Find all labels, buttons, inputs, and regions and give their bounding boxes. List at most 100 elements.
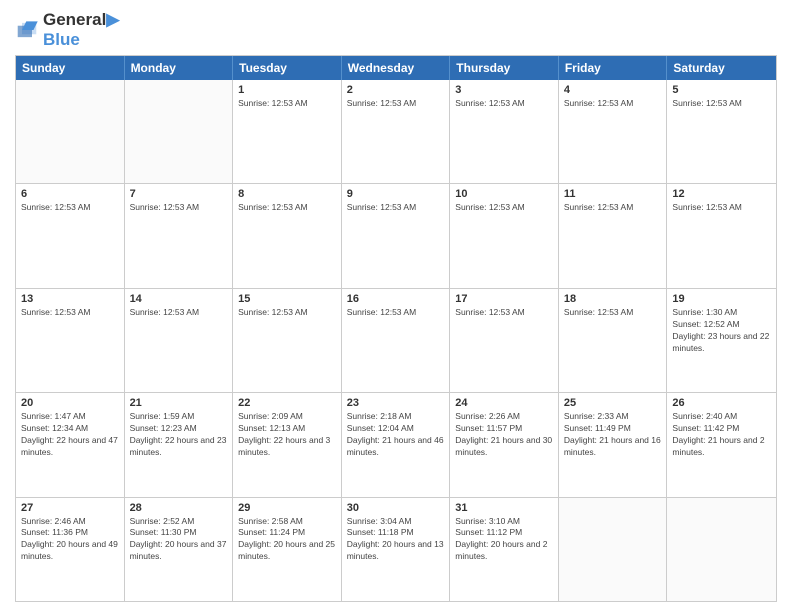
calendar-cell: 23Sunrise: 2:18 AM Sunset: 12:04 AM Dayl…	[342, 393, 451, 496]
day-info: Sunrise: 12:53 AM	[347, 202, 445, 214]
day-number: 10	[455, 188, 553, 200]
page: General▶ Blue SundayMondayTuesdayWednesd…	[0, 0, 792, 612]
calendar: SundayMondayTuesdayWednesdayThursdayFrid…	[15, 55, 777, 602]
day-info: Sunrise: 12:53 AM	[130, 307, 228, 319]
calendar-cell: 21 Sunrise: 1:59 AM Sunset: 12:23 AM Dayl…	[125, 393, 234, 496]
logo: General▶ Blue	[15, 10, 119, 49]
day-info: Sunrise: 12:53 AM	[564, 307, 662, 319]
day-number: 6	[21, 188, 119, 200]
calendar-cell: 16 Sunrise: 12:53 AM	[342, 289, 451, 392]
calendar-header-row: SundayMondayTuesdayWednesdayThursdayFrid…	[16, 56, 776, 80]
calendar-cell: 10 Sunrise: 12:53 AM	[450, 184, 559, 287]
day-info: Sunrise: 12:53 AM	[455, 98, 553, 110]
day-info: Sunrise: 3:04 AM Sunset: 11:18 PM Daylig…	[347, 516, 445, 564]
logo-text: General▶ Blue	[43, 10, 119, 49]
day-number: 22	[238, 397, 336, 409]
calendar-cell: 18 Sunrise: 12:53 AM	[559, 289, 668, 392]
day-number: 29	[238, 502, 336, 514]
day-number: 20	[21, 397, 119, 409]
calendar-body: 1 Sunrise: 12:53 AM 2 Sunrise: 12:53 AM 3 Sun…	[16, 80, 776, 601]
day-info: Sunrise: 1:30 AM Sunset: 12:52 AM Daylig…	[672, 307, 771, 355]
calendar-cell: 20Sunrise: 1:47 AM Sunset: 12:34 AM Dayl…	[16, 393, 125, 496]
day-number: 19	[672, 293, 771, 305]
weekday-header: Friday	[559, 56, 668, 80]
day-number: 28	[130, 502, 228, 514]
day-info: Sunrise: 2:09 AM Sunset: 12:13 AM Daylig…	[238, 411, 336, 459]
day-info: Sunrise: 1:59 AM Sunset: 12:23 AM Daylig…	[130, 411, 228, 459]
day-info: Sunrise: 2:18 AM Sunset: 12:04 AM Daylig…	[347, 411, 445, 459]
day-number: 27	[21, 502, 119, 514]
calendar-cell: 29Sunrise: 2:58 AM Sunset: 11:24 PM Dayl…	[233, 498, 342, 601]
calendar-cell: 26Sunrise: 2:40 AM Sunset: 11:42 PM Dayl…	[667, 393, 776, 496]
day-number: 1	[238, 84, 336, 96]
day-info: Sunrise: 2:52 AM Sunset: 11:30 PM Daylig…	[130, 516, 228, 564]
calendar-cell: 5 Sunrise: 12:53 AM	[667, 80, 776, 183]
calendar-cell	[559, 498, 668, 601]
day-number: 14	[130, 293, 228, 305]
calendar-cell: 4 Sunrise: 12:53 AM	[559, 80, 668, 183]
day-number: 5	[672, 84, 771, 96]
calendar-cell: 17 Sunrise: 12:53 AM	[450, 289, 559, 392]
calendar-cell: 7 Sunrise: 12:53 AM	[125, 184, 234, 287]
day-number: 13	[21, 293, 119, 305]
calendar-row: 27 Sunrise: 2:46 AM Sunset: 11:36 PM Dayl…	[16, 497, 776, 601]
day-info: Sunrise: 12:53 AM	[347, 98, 445, 110]
calendar-cell: 30Sunrise: 3:04 AM Sunset: 11:18 PM Dayl…	[342, 498, 451, 601]
calendar-cell: 11 Sunrise: 12:53 AM	[559, 184, 668, 287]
day-number: 12	[672, 188, 771, 200]
day-number: 7	[130, 188, 228, 200]
calendar-cell: 19 Sunrise: 1:30 AM Sunset: 12:52 AM Dayl…	[667, 289, 776, 392]
weekday-header: Wednesday	[342, 56, 451, 80]
calendar-cell: 14 Sunrise: 12:53 AM	[125, 289, 234, 392]
day-number: 16	[347, 293, 445, 305]
calendar-row: 13Sunrise: 12:53 AM14Sunrise: 12:53 AM15…	[16, 288, 776, 392]
calendar-cell: 24 Sunrise: 2:26 AM Sunset: 11:57 PM Dayl…	[450, 393, 559, 496]
calendar-cell: 3 Sunrise: 12:53 AM	[450, 80, 559, 183]
calendar-cell: 6Sunrise: 12:53 AM	[16, 184, 125, 287]
day-number: 15	[238, 293, 336, 305]
day-number: 11	[564, 188, 662, 200]
day-number: 8	[238, 188, 336, 200]
header: General▶ Blue	[15, 10, 777, 49]
day-number: 2	[347, 84, 445, 96]
day-info: Sunrise: 12:53 AM	[21, 307, 119, 319]
day-info: Sunrise: 2:26 AM Sunset: 11:57 PM Daylig…	[455, 411, 553, 459]
day-info: Sunrise: 12:53 AM	[672, 202, 771, 214]
calendar-cell: 8Sunrise: 12:53 AM	[233, 184, 342, 287]
calendar-cell: 28 Sunrise: 2:52 AM Sunset: 11:30 PM Dayl…	[125, 498, 234, 601]
weekday-header: Saturday	[667, 56, 776, 80]
day-info: Sunrise: 12:53 AM	[130, 202, 228, 214]
calendar-cell: 9 Sunrise: 12:53 AM	[342, 184, 451, 287]
day-number: 17	[455, 293, 553, 305]
calendar-cell: 22 Sunrise: 2:09 AM Sunset: 12:13 AM Dayl…	[233, 393, 342, 496]
day-info: Sunrise: 12:53 AM	[672, 98, 771, 110]
calendar-cell	[667, 498, 776, 601]
calendar-cell: 2 Sunrise: 12:53 AM	[342, 80, 451, 183]
calendar-cell: 31Sunrise: 3:10 AM Sunset: 11:12 PM Dayl…	[450, 498, 559, 601]
calendar-cell: 15 Sunrise: 12:53 AM	[233, 289, 342, 392]
calendar-row: 6Sunrise: 12:53 AM7Sunrise: 12:53 AM8Sun…	[16, 183, 776, 287]
day-info: Sunrise: 12:53 AM	[564, 202, 662, 214]
calendar-cell	[125, 80, 234, 183]
weekday-header: Tuesday	[233, 56, 342, 80]
weekday-header: Monday	[125, 56, 234, 80]
day-info: Sunrise: 12:53 AM	[238, 307, 336, 319]
day-info: Sunrise: 2:46 AM Sunset: 11:36 PM Daylig…	[21, 516, 119, 564]
day-info: Sunrise: 12:53 AM	[238, 98, 336, 110]
weekday-header: Thursday	[450, 56, 559, 80]
day-info: Sunrise: 12:53 AM	[455, 307, 553, 319]
day-number: 3	[455, 84, 553, 96]
day-info: Sunrise: 12:53 AM	[347, 307, 445, 319]
calendar-cell: 25Sunrise: 2:33 AM Sunset: 11:49 PM Dayl…	[559, 393, 668, 496]
day-info: Sunrise: 12:53 AM	[564, 98, 662, 110]
calendar-cell: 1 Sunrise: 12:53 AM	[233, 80, 342, 183]
day-number: 18	[564, 293, 662, 305]
day-number: 24	[455, 397, 553, 409]
day-number: 9	[347, 188, 445, 200]
day-number: 21	[130, 397, 228, 409]
day-info: Sunrise: 12:53 AM	[455, 202, 553, 214]
calendar-cell	[16, 80, 125, 183]
calendar-cell: 13 Sunrise: 12:53 AM	[16, 289, 125, 392]
day-number: 4	[564, 84, 662, 96]
calendar-row: 20Sunrise: 1:47 AM Sunset: 12:34 AM Dayl…	[16, 392, 776, 496]
